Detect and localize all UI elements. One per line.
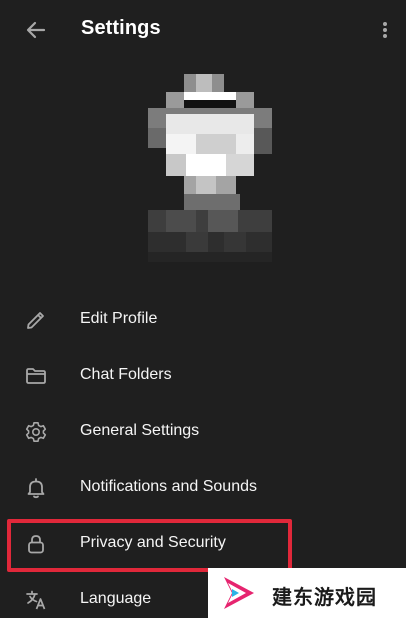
menu-item-general-settings[interactable]: General Settings [0,404,406,460]
menu-item-label: Chat Folders [80,366,172,383]
menu-item-notifications[interactable]: Notifications and Sounds [0,460,406,516]
pencil-icon [27,312,44,329]
lock-icon [28,535,44,554]
watermark-banner: 建东游戏园 [208,568,406,618]
profile-avatar[interactable] [148,74,272,262]
watermark-text: 建东游戏园 [272,587,377,609]
menu-item-label: Edit Profile [80,310,158,327]
menu-item-edit-profile[interactable]: Edit Profile [0,292,406,348]
page-title: Settings [81,17,161,39]
menu-item-chat-folders[interactable]: Chat Folders [0,348,406,404]
more-vertical-icon[interactable] [376,18,394,42]
menu-item-label: Language [80,590,152,607]
app-header: Settings [0,0,406,58]
watermark-logo-icon [224,577,254,609]
menu-item-privacy-security[interactable]: Privacy and Security [0,516,406,572]
gear-icon [25,422,47,442]
menu-item-label: Privacy and Security [80,534,226,551]
menu-item-label: General Settings [80,422,200,439]
folder-icon [26,368,46,384]
translate-icon [26,590,46,610]
bell-icon [27,478,45,499]
menu-item-label: Notifications and Sounds [80,478,257,495]
back-arrow-icon[interactable] [22,16,50,44]
